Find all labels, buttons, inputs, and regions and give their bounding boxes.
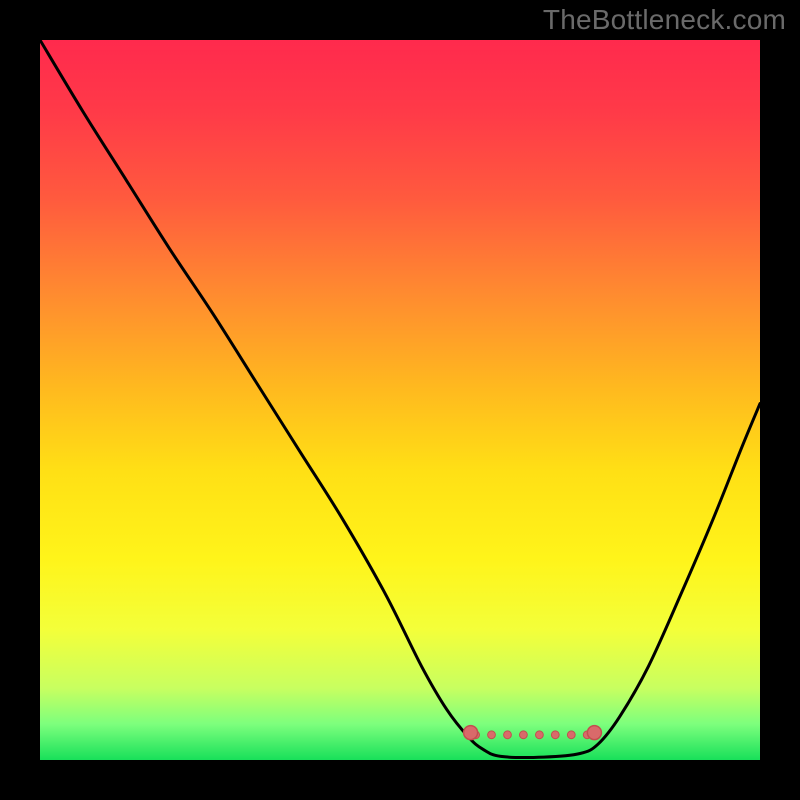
optimal-range-dash-dot [488,731,496,739]
plot-area [40,40,760,760]
optimal-range-dash-dot [536,731,544,739]
optimal-range-dash-dot [551,731,559,739]
optimal-range-endpoint [464,726,478,740]
curve-path [40,40,760,757]
optimal-range-markers [464,726,602,740]
optimal-range-dash-dot [567,731,575,739]
optimal-range-dash-dot [520,731,528,739]
optimal-range-dash-dot [504,731,512,739]
watermark-text: TheBottleneck.com [543,4,786,36]
optimal-range-endpoint [587,726,601,740]
chart-root: TheBottleneck.com [0,0,800,800]
bottleneck-curve [40,40,760,760]
